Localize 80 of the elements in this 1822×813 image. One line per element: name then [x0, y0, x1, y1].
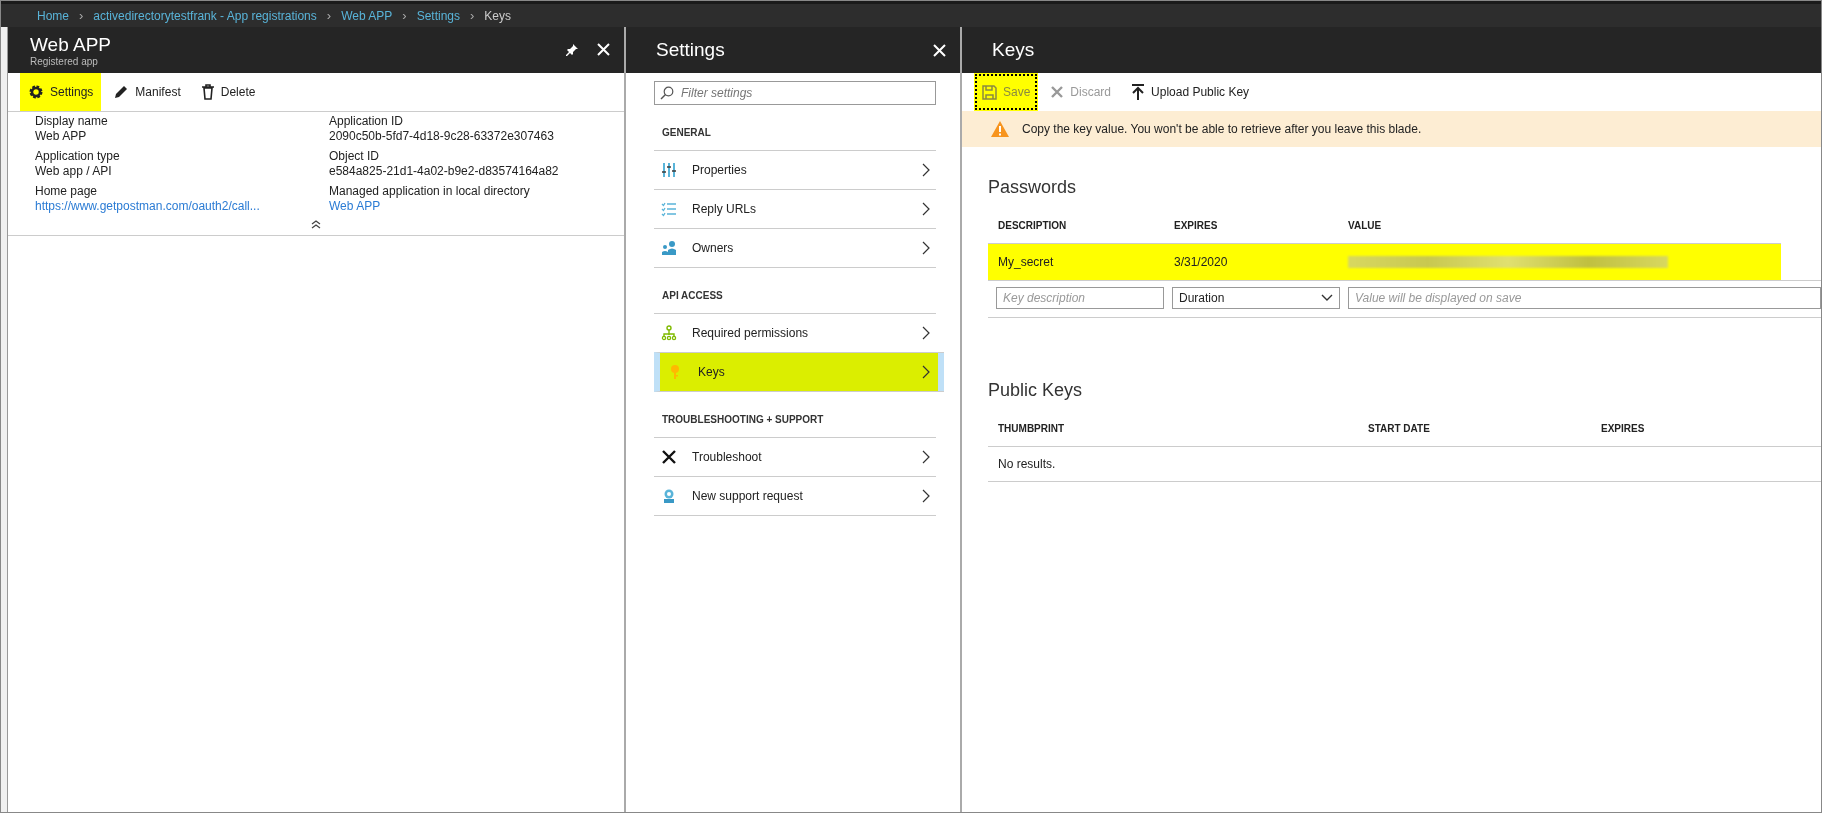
chevron-icon: [922, 163, 930, 177]
toolbar-button[interactable]: Settings: [20, 73, 102, 111]
save-icon: [982, 84, 997, 100]
blade-title: Web APP: [30, 33, 111, 56]
tools-icon: [661, 449, 677, 465]
breadcrumb-separator: ›: [79, 8, 84, 23]
property-value: 2090c50b-5fd7-4d18-9c28-63372e307463: [329, 129, 555, 144]
settings-item[interactable]: Properties: [654, 150, 936, 189]
settings-item[interactable]: Troubleshoot: [654, 437, 936, 476]
trash-icon: [200, 84, 215, 100]
property-label: Managed application in local directory: [329, 184, 531, 199]
toolbar-button[interactable]: Manifest: [105, 73, 189, 111]
dropdown[interactable]: Duration: [1172, 287, 1340, 309]
column-header: EXPIRES: [1173, 220, 1219, 233]
blade-title: Keys: [992, 39, 1035, 61]
checklist-icon: [661, 201, 677, 217]
table-cell-text: 3/31/2020: [1174, 255, 1229, 269]
blade-subtitle: Registered app: [30, 55, 99, 67]
chevron-icon: [922, 202, 930, 216]
people-icon: [661, 240, 677, 256]
section-heading: GENERAL: [661, 126, 712, 140]
settings-item[interactable]: Reply URLs: [654, 189, 936, 228]
breadcrumb-link[interactable]: Settings: [416, 8, 460, 23]
section-title: Passwords: [988, 177, 1078, 198]
property-value: Web app / API: [35, 164, 113, 179]
chevron-icon: [922, 365, 930, 379]
warning-text: Copy the key value. You won't be able to retrieve after you leave this blade.: [1022, 122, 1422, 136]
property-label: Application type: [35, 149, 121, 164]
search-icon: [660, 86, 674, 100]
property-value: Web APP: [35, 129, 88, 144]
hierarchy-icon: [661, 325, 677, 341]
breadcrumb-separator: ›: [402, 8, 407, 23]
column-header: START DATE: [1367, 423, 1431, 436]
chevron-icon: [922, 326, 930, 340]
close-icon[interactable]: [933, 43, 946, 57]
breadcrumb-separator: ›: [470, 8, 475, 23]
settings-item[interactable]: Keys: [654, 352, 944, 392]
input-field[interactable]: Key description: [996, 287, 1164, 309]
input-field[interactable]: Value will be displayed on save: [1348, 287, 1821, 309]
chevron-icon: [922, 241, 930, 255]
pin-icon[interactable]: [565, 43, 579, 57]
support-person-icon: [661, 488, 677, 504]
pencil-icon: [113, 84, 130, 100]
section-heading: API ACCESS: [661, 289, 724, 303]
settings-item[interactable]: New support request: [654, 476, 936, 516]
toolbar-button[interactable]: Upload Public Key: [1123, 73, 1258, 111]
property-link[interactable]: https://www.getpostman.com/oauth2/call...: [35, 199, 260, 213]
property-label: Object ID: [329, 149, 380, 164]
section-title: Public Keys: [988, 380, 1084, 401]
filter-field[interactable]: Filter settings: [654, 81, 936, 105]
property-label: Home page: [35, 184, 99, 199]
breadcrumb-link[interactable]: Web APP: [341, 8, 393, 23]
property-label: Display name: [35, 114, 109, 129]
upload-icon: [1131, 84, 1146, 100]
table-cell-text: My_secret: [998, 255, 1055, 269]
sliders-icon: [661, 162, 677, 178]
caret-icon: [1321, 294, 1333, 302]
settings-item[interactable]: Owners: [654, 228, 936, 268]
property-link[interactable]: Web APP: [329, 199, 381, 213]
blade-title: Settings: [656, 39, 725, 61]
column-header: DESCRIPTION: [997, 220, 1068, 233]
chevron-icon: [922, 450, 930, 464]
close-icon[interactable]: [597, 43, 610, 56]
breadcrumb-link[interactable]: activedirectorytestfrank - App registrations: [93, 8, 317, 23]
breadcrumb-separator: ›: [326, 8, 332, 23]
toolbar-button[interactable]: Delete: [192, 73, 264, 111]
warning-icon: [990, 120, 1010, 138]
column-header: VALUE: [1347, 220, 1383, 233]
property-value: e584a825-21d1-4a02-b9e2-d83574164a82: [329, 164, 560, 179]
close-icon: [1050, 85, 1065, 99]
chevron-icon: [922, 489, 930, 503]
column-header: THUMBPRINT: [997, 423, 1066, 436]
breadcrumb-link[interactable]: Home: [37, 8, 69, 23]
property-label: Application ID: [329, 114, 405, 129]
section-heading: TROUBLESHOOTING + SUPPORT: [661, 413, 825, 427]
gear-icon: [28, 84, 44, 100]
collapse-icon[interactable]: [311, 219, 321, 229]
column-header: EXPIRES: [1600, 423, 1646, 436]
empty-message: No results.: [998, 457, 1056, 471]
breadcrumb-current[interactable]: Keys: [484, 8, 511, 23]
